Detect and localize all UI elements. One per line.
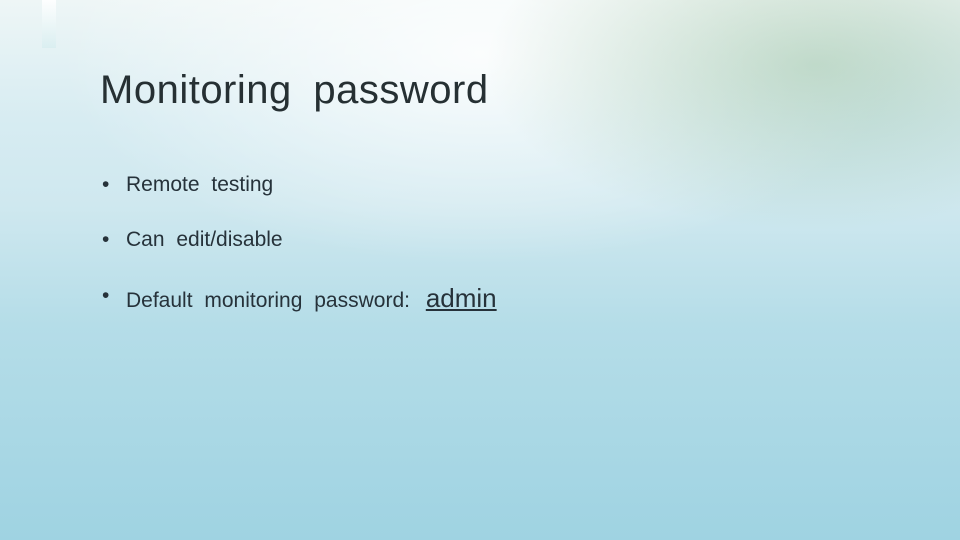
- bullet-text: Remote testing: [126, 173, 273, 196]
- accent-bar: [42, 0, 56, 48]
- bullet-text: Default monitoring password:: [126, 289, 410, 312]
- bullet-emphasis: admin: [426, 283, 497, 313]
- list-item: Default monitoring password: admin: [100, 282, 880, 316]
- list-item: Can edit/disable: [100, 226, 880, 253]
- slide-title: Monitoring password: [100, 68, 880, 113]
- list-item: Remote testing: [100, 171, 880, 198]
- bullet-list: Remote testing Can edit/disable Default …: [100, 171, 880, 315]
- slide: Monitoring password Remote testing Can e…: [0, 0, 960, 540]
- bullet-text: Can edit/disable: [126, 228, 283, 251]
- slide-content: Monitoring password Remote testing Can e…: [100, 68, 880, 343]
